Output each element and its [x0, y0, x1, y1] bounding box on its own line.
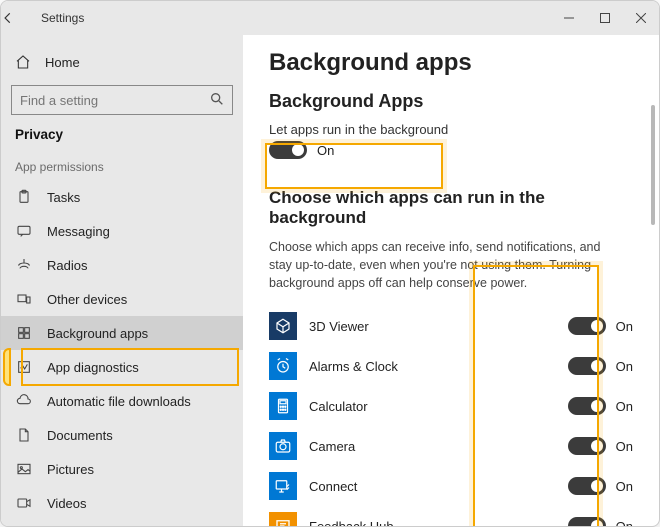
- master-toggle[interactable]: On: [269, 141, 334, 159]
- sidebar-item-other-devices[interactable]: Other devices: [1, 282, 243, 316]
- sidebar-home[interactable]: Home: [1, 45, 243, 79]
- message-icon: [15, 222, 33, 240]
- titlebar: Settings: [1, 1, 659, 35]
- app-icon: [269, 352, 297, 380]
- sidebar-section-label: App permissions: [1, 160, 243, 174]
- maximize-button[interactable]: [587, 1, 623, 35]
- sidebar-category: Privacy: [1, 127, 243, 142]
- radio-icon: [15, 256, 33, 274]
- sidebar-item-documents[interactable]: Documents: [1, 418, 243, 452]
- app-toggle[interactable]: On: [568, 477, 633, 495]
- video-icon: [15, 494, 33, 512]
- page-title: Background apps: [269, 49, 633, 77]
- sidebar-item-background-apps[interactable]: Background apps: [1, 316, 243, 350]
- toggle-switch-icon: [568, 517, 606, 526]
- app-toggle[interactable]: On: [568, 317, 633, 335]
- scrollbar[interactable]: [651, 105, 655, 225]
- sidebar-item-label: Radios: [47, 258, 229, 273]
- toggle-switch-icon: [568, 357, 606, 375]
- settings-window: Settings Home: [0, 0, 660, 527]
- toggle-switch-icon: [568, 477, 606, 495]
- sidebar-item-messaging[interactable]: Messaging: [1, 214, 243, 248]
- sidebar-item-label: App diagnostics: [47, 360, 229, 375]
- app-icon: [269, 512, 297, 526]
- sidebar-item-label: Pictures: [47, 462, 229, 477]
- app-row-camera: Camera On: [269, 426, 633, 466]
- app-row-alarms-clock: Alarms & Clock On: [269, 346, 633, 386]
- app-icon: [269, 472, 297, 500]
- sidebar-item-label: Tasks: [47, 190, 229, 205]
- sidebar-item-label: Documents: [47, 428, 229, 443]
- app-toggle[interactable]: On: [568, 397, 633, 415]
- clipboard-icon: [15, 188, 33, 206]
- app-toggle-state: On: [616, 359, 633, 374]
- app-row-3d-viewer: 3D Viewer On: [269, 306, 633, 346]
- toggle-switch-icon: [568, 317, 606, 335]
- app-icon: [269, 312, 297, 340]
- app-name-label: 3D Viewer: [309, 319, 556, 334]
- content-pane: Background apps Background Apps Let apps…: [243, 35, 659, 526]
- background-apps-icon: [15, 324, 33, 342]
- sidebar-item-label: Automatic file downloads: [47, 394, 229, 409]
- app-toggle-state: On: [616, 519, 633, 526]
- back-button[interactable]: [1, 11, 41, 25]
- app-icon: [269, 432, 297, 460]
- app-toggle-state: On: [616, 319, 633, 334]
- app-name-label: Feedback Hub: [309, 519, 556, 526]
- minimize-button[interactable]: [551, 1, 587, 35]
- home-icon: [15, 54, 31, 70]
- app-toggle[interactable]: On: [568, 437, 633, 455]
- sidebar-item-videos[interactable]: Videos: [1, 486, 243, 520]
- cloud-download-icon: [15, 392, 33, 410]
- sidebar-item-app-diagnostics[interactable]: App diagnostics: [1, 350, 243, 384]
- app-row-calculator: Calculator On: [269, 386, 633, 426]
- section-subtitle: Background Apps: [269, 91, 633, 112]
- sidebar: Home Privacy App permissions Tasks: [1, 35, 243, 526]
- search-icon: [209, 91, 225, 107]
- app-toggle[interactable]: On: [568, 357, 633, 375]
- sidebar-item-automatic-file-downloads[interactable]: Automatic file downloads: [1, 384, 243, 418]
- app-name-label: Calculator: [309, 399, 556, 414]
- sidebar-item-pictures[interactable]: Pictures: [1, 452, 243, 486]
- sidebar-item-tasks[interactable]: Tasks: [1, 180, 243, 214]
- close-button[interactable]: [623, 1, 659, 35]
- app-row-connect: Connect On: [269, 466, 633, 506]
- toggle-switch-icon: [568, 397, 606, 415]
- choose-apps-heading: Choose which apps can run in the backgro…: [269, 188, 633, 228]
- app-toggle-state: On: [616, 399, 633, 414]
- app-toggle-state: On: [616, 479, 633, 494]
- sidebar-item-label: Other devices: [47, 292, 229, 307]
- toggle-switch-icon: [568, 437, 606, 455]
- app-name-label: Connect: [309, 479, 556, 494]
- app-toggle-state: On: [616, 439, 633, 454]
- sidebar-item-label: Background apps: [47, 326, 229, 341]
- picture-icon: [15, 460, 33, 478]
- app-name-label: Camera: [309, 439, 556, 454]
- toggle-switch-icon: [269, 141, 307, 159]
- document-icon: [15, 426, 33, 444]
- sidebar-item-label: Videos: [47, 496, 229, 511]
- search-input[interactable]: [11, 85, 233, 115]
- window-title: Settings: [41, 11, 84, 25]
- master-toggle-state: On: [317, 143, 334, 158]
- devices-icon: [15, 290, 33, 308]
- sidebar-home-label: Home: [45, 55, 80, 70]
- sidebar-item-radios[interactable]: Radios: [1, 248, 243, 282]
- app-row-feedback-hub: Feedback Hub On: [269, 506, 633, 526]
- master-toggle-label: Let apps run in the background: [269, 122, 633, 137]
- choose-apps-description: Choose which apps can receive info, send…: [269, 238, 609, 292]
- search-box[interactable]: [11, 85, 233, 115]
- app-toggle[interactable]: On: [568, 517, 633, 526]
- app-name-label: Alarms & Clock: [309, 359, 556, 374]
- sidebar-item-label: Messaging: [47, 224, 229, 239]
- app-icon: [269, 392, 297, 420]
- diagnostics-icon: [15, 358, 33, 376]
